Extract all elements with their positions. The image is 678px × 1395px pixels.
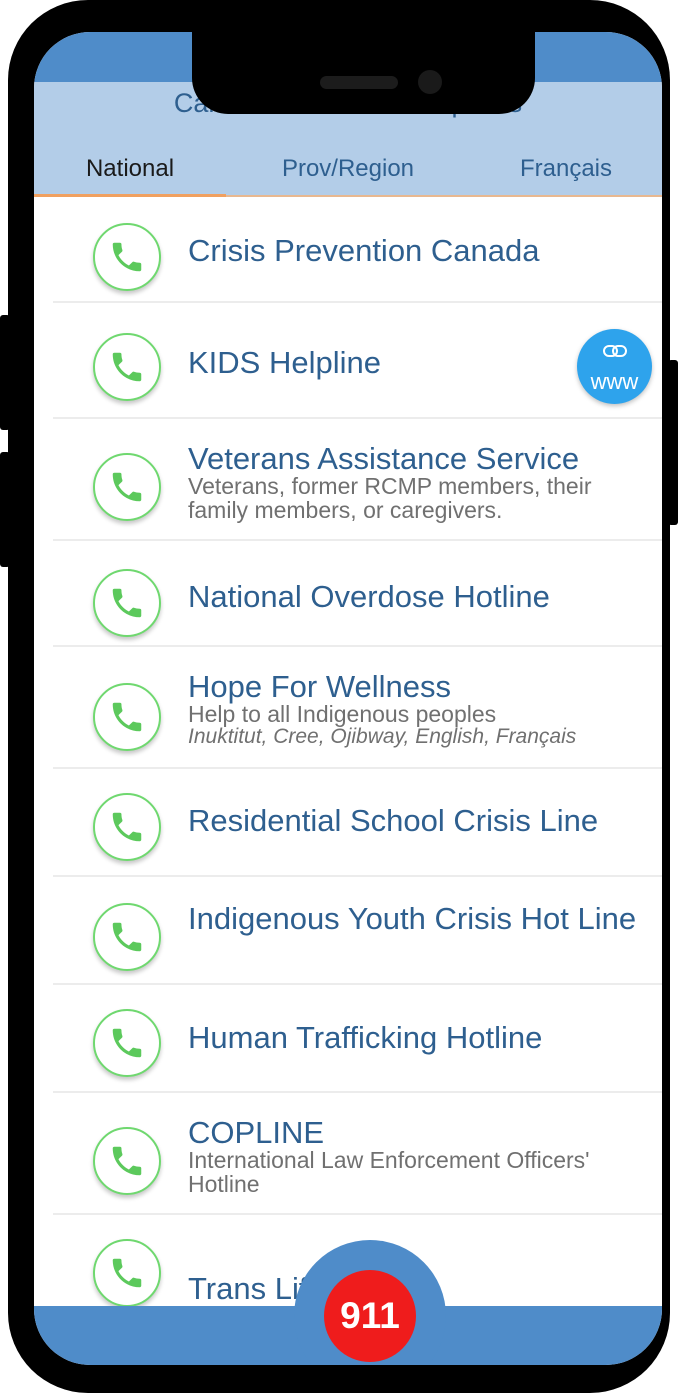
www-link-button[interactable]: www [577,329,652,404]
link-icon [603,345,627,357]
helpline-languages: Inuktitut, Cree, Ojibway, English, Franç… [188,725,577,748]
list-item[interactable]: National Overdose Hotline [34,541,662,647]
list-item[interactable]: Crisis Prevention Canada [34,197,662,303]
emergency-911-button[interactable]: 911 [324,1270,416,1362]
helpline-title: Veterans Assistance Service [188,441,580,476]
phone-icon[interactable] [93,569,161,637]
phone-icon[interactable] [93,683,161,751]
helpline-description: Veterans, former RCMP members, their fam… [188,473,592,523]
phone-icon[interactable] [93,1009,161,1077]
notch [192,32,535,114]
tab-francais[interactable]: Français [470,144,662,194]
helpline-title: Residential School Crisis Line [188,803,599,838]
www-label: www [590,369,639,394]
helpline-title: COPLINE [188,1115,325,1150]
phone-icon[interactable] [93,453,161,521]
list-item[interactable]: Veterans Assistance Service Veterans, fo… [34,419,662,541]
helpline-title: Crisis Prevention Canada [188,233,540,268]
list-item[interactable]: Human Trafficking Hotline [34,985,662,1093]
phone-icon[interactable] [93,903,161,971]
phone-icon[interactable] [93,223,161,291]
list-item[interactable]: Hope For Wellness Help to all Indigenous… [34,647,662,769]
helpline-title: National Overdose Hotline [188,579,550,614]
speaker [320,76,398,89]
list-item[interactable]: Residential School Crisis Line [34,769,662,877]
list-item[interactable]: COPLINE International Law Enforcement Of… [34,1093,662,1215]
helpline-description: International Law Enforcement Officers' … [188,1147,590,1197]
list-item[interactable]: KIDS Helpline [34,303,662,419]
phone-icon[interactable] [93,1127,161,1195]
phone-icon[interactable] [93,1239,161,1307]
tab-prov-region[interactable]: Prov/Region [226,144,470,194]
phone-icon[interactable] [93,333,161,401]
helpline-title: Indigenous Youth Crisis Hot Line [188,901,637,936]
screen: Canada 24/7 Crisis Helplines National Pr… [34,32,662,1365]
helpline-title: Hope For Wellness [188,669,452,704]
list-item[interactable]: Indigenous Youth Crisis Hot Line [34,877,662,985]
tab-national[interactable]: National [34,144,226,194]
helpline-description: Help to all Indigenous peoples [188,701,497,727]
phone-frame: Canada 24/7 Crisis Helplines National Pr… [8,0,670,1393]
phone-icon[interactable] [93,793,161,861]
helpline-title: Human Trafficking Hotline [188,1020,543,1055]
front-camera [418,70,442,94]
